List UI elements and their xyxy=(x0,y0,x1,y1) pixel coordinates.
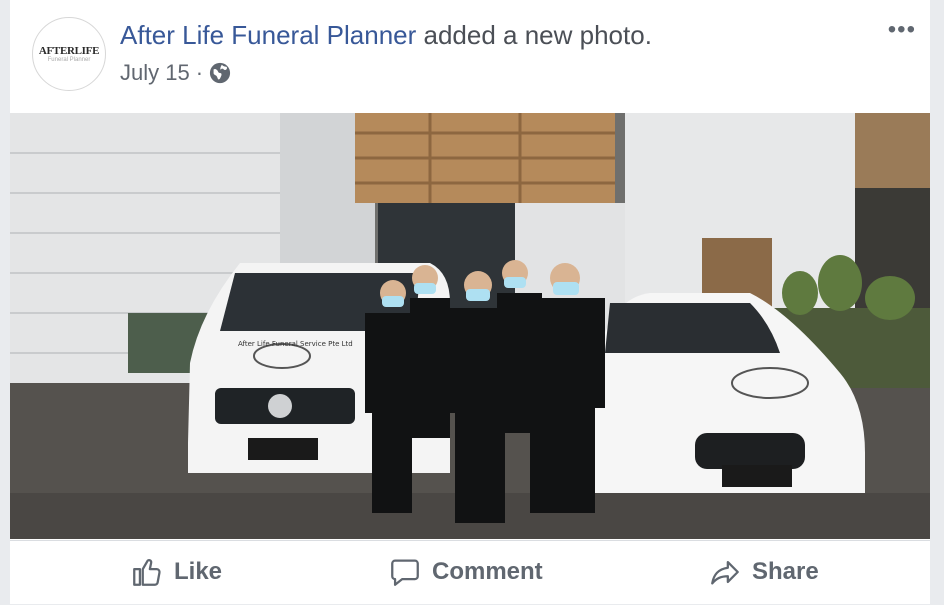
photo-van-text: After Life Funeral Service Pte Ltd xyxy=(238,340,353,348)
photo-people xyxy=(365,293,605,523)
post-title: After Life Funeral Planner added a new p… xyxy=(120,20,652,51)
avatar-logo-sub: Funeral Planner xyxy=(47,57,91,63)
thumbs-up-icon xyxy=(133,559,161,586)
post-card: AFTERLIFE Funeral Planner After Life Fun… xyxy=(10,0,930,604)
post-header: AFTERLIFE Funeral Planner After Life Fun… xyxy=(10,0,930,113)
meta-separator: · xyxy=(195,60,204,85)
comment-button[interactable]: Comment xyxy=(388,555,543,589)
post-meta: July 15 · xyxy=(120,60,231,86)
avatar-logo: AFTERLIFE Funeral Planner xyxy=(38,45,100,63)
comment-bubble-icon xyxy=(391,559,419,586)
post-date-link[interactable]: July 15 xyxy=(120,60,190,86)
post-action-text: added a new photo. xyxy=(416,20,652,50)
like-label: Like xyxy=(174,558,223,585)
comment-label: Comment xyxy=(432,558,543,585)
globe-icon[interactable] xyxy=(209,62,231,84)
page-name-link[interactable]: After Life Funeral Planner xyxy=(120,20,416,50)
page-avatar[interactable]: AFTERLIFE Funeral Planner xyxy=(32,17,106,91)
share-arrow-icon xyxy=(711,560,739,585)
like-button[interactable]: Like xyxy=(130,555,222,589)
post-actions-bar: Like Comment Share xyxy=(10,540,930,605)
post-photo[interactable]: After Life Funeral Service Pte Ltd xyxy=(10,113,930,539)
share-label: Share xyxy=(752,558,819,585)
photo-image: After Life Funeral Service Pte Ltd xyxy=(10,113,930,539)
share-button[interactable]: Share xyxy=(708,555,819,589)
more-options-icon[interactable]: ••• xyxy=(888,18,916,42)
avatar-logo-text: AFTERLIFE xyxy=(38,45,100,57)
